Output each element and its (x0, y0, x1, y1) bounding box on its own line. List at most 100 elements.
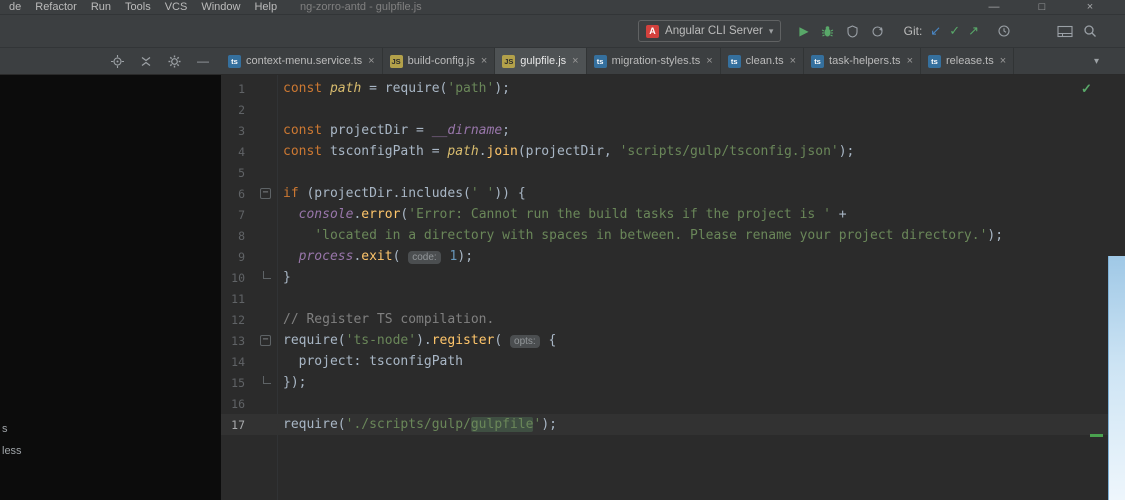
code-line[interactable]: 15}); (221, 372, 1125, 393)
project-tree-item[interactable]: less (2, 440, 22, 462)
code-line[interactable]: 17 require('./scripts/gulp/gulpfile'); (221, 414, 1125, 435)
menu-item-code[interactable]: de (2, 1, 28, 13)
tab-close-icon[interactable]: × (481, 55, 487, 67)
tab-migration-styles.ts[interactable]: ts migration-styles.ts × (587, 48, 721, 74)
code-line[interactable]: 8 'located in a directory with spaces in… (221, 225, 1125, 246)
layout-button[interactable] (1057, 22, 1073, 40)
tab-release.ts[interactable]: ts release.ts × (921, 48, 1015, 74)
code-line[interactable]: 16 (221, 393, 1125, 414)
search-everywhere-button[interactable] (1083, 22, 1097, 40)
tab-label: task-helpers.ts (829, 55, 901, 67)
code-token: ); (987, 228, 1004, 243)
gutter: 11 (221, 288, 277, 309)
git-commit-button[interactable]: ✓ (949, 22, 960, 40)
minimize-button[interactable]: — (987, 1, 1001, 13)
run-configuration-select[interactable]: A Angular CLI Server ▾ (638, 20, 782, 42)
code-token: const (283, 144, 330, 159)
fold-end-icon[interactable] (263, 375, 271, 384)
ts-file-icon: ts (228, 54, 241, 68)
code-line[interactable]: 13− require('ts-node').register( opts: { (221, 330, 1125, 351)
fold-gutter-empty (260, 209, 271, 220)
collapse-all-button[interactable] (140, 55, 152, 67)
code-line[interactable]: 12 // Register TS compilation. (221, 309, 1125, 330)
fold-gutter-empty (260, 251, 271, 262)
tab-gulpfile.js[interactable]: JS gulpfile.js × (495, 48, 587, 74)
hide-panel-button[interactable]: — (197, 55, 209, 67)
code-text[interactable]: const path = require('path'); (277, 81, 510, 96)
code-line[interactable]: 1 const path = require('path'); (221, 78, 1125, 99)
code-line[interactable]: 11 (221, 288, 1125, 309)
code-line[interactable]: 2 (221, 99, 1125, 120)
tab-context-menu.service.ts[interactable]: ts context-menu.service.ts × (221, 48, 383, 74)
fold-collapse-icon[interactable]: − (260, 188, 271, 199)
code-token: 'located in a directory with spaces in b… (314, 228, 988, 243)
code-line[interactable]: 10} (221, 267, 1125, 288)
tab-task-helpers.ts[interactable]: ts task-helpers.ts × (804, 48, 921, 74)
coverage-button[interactable] (846, 22, 859, 40)
menu-item-window[interactable]: Window (194, 1, 247, 13)
locate-file-button[interactable] (111, 54, 124, 68)
code-token: tsconfigPath = (329, 144, 448, 159)
code-line[interactable]: 14 project: tsconfigPath (221, 351, 1125, 372)
history-button[interactable] (997, 22, 1011, 40)
git-push-button[interactable]: ↗ (968, 22, 979, 40)
code-line[interactable]: 6− if (projectDir.includes(' ')) { (221, 183, 1125, 204)
profiler-button[interactable] (871, 22, 884, 40)
code-line[interactable]: 5 (221, 162, 1125, 183)
code-text[interactable]: project: tsconfigPath (277, 354, 463, 369)
code-text[interactable]: console.error('Error: Cannot run the bui… (277, 207, 847, 222)
code-text[interactable]: process.exit( code: 1); (277, 249, 473, 264)
code-token: project: tsconfigPath (283, 354, 464, 369)
tab-close-icon[interactable]: × (368, 55, 374, 67)
inspection-status-icon[interactable]: ✓ (1081, 81, 1092, 97)
code-line[interactable]: 9 process.exit( code: 1); (221, 246, 1125, 267)
menu-item-refactor[interactable]: Refactor (28, 1, 84, 13)
fold-end-icon[interactable] (263, 270, 271, 279)
hidden-tabs-chevron[interactable]: ▾ (1094, 56, 1099, 67)
line-number: 1 (238, 81, 245, 96)
run-button[interactable]: ▶ (799, 22, 808, 40)
menu-item-run[interactable]: Run (84, 1, 118, 13)
code-line[interactable]: 4 const tsconfigPath = path.join(projectD… (221, 141, 1125, 162)
code-text[interactable]: const projectDir = __dirname; (277, 123, 510, 138)
git-label: Git: (903, 24, 923, 38)
code-text[interactable]: } (277, 270, 291, 285)
layout-icon (1057, 25, 1073, 37)
tab-label: clean.ts (745, 55, 784, 67)
scrollbar-change-marker[interactable] (1090, 434, 1103, 437)
line-number: 2 (238, 102, 245, 117)
menu-items: de Refactor Run Tools VCS Window Help (0, 1, 284, 13)
code-token: const (283, 123, 330, 138)
tab-clean.ts[interactable]: ts clean.ts × (721, 48, 805, 74)
code-text[interactable]: }); (277, 375, 306, 390)
project-tree-item[interactable]: s (2, 418, 22, 440)
menu-item-tools[interactable]: Tools (118, 1, 158, 13)
tab-close-icon[interactable]: × (907, 55, 913, 67)
code-editor[interactable]: 1 const path = require('path'); 2 3 const pr… (221, 75, 1125, 500)
code-text[interactable]: 'located in a directory with spaces in b… (277, 228, 1003, 243)
close-button[interactable]: × (1083, 1, 1097, 13)
fold-collapse-icon[interactable]: − (260, 335, 271, 346)
code-text[interactable]: if (projectDir.includes(' ')) { (277, 186, 526, 201)
code-line[interactable]: 3 const projectDir = __dirname; (221, 120, 1125, 141)
tab-close-icon[interactable]: × (572, 55, 578, 67)
code-text[interactable]: require('./scripts/gulp/gulpfile'); (277, 417, 557, 432)
menu-item-vcs[interactable]: VCS (158, 1, 195, 13)
git-update-button[interactable]: ↙ (930, 22, 941, 40)
panel-settings-button[interactable] (168, 55, 181, 68)
code-token: './scripts/gulp/ (345, 417, 471, 432)
code-line[interactable]: 7 console.error('Error: Cannot run the b… (221, 204, 1125, 225)
code-token: __dirname (431, 123, 503, 138)
code-token: ); (541, 417, 557, 432)
code-text[interactable]: const tsconfigPath = path.join(projectDi… (277, 144, 854, 159)
tab-close-icon[interactable]: × (1000, 55, 1006, 67)
project-panel[interactable]: s less (0, 75, 221, 500)
code-text[interactable]: require('ts-node').register( opts: { (277, 333, 556, 348)
tab-build-config.js[interactable]: JS build-config.js × (383, 48, 496, 74)
tab-close-icon[interactable]: × (706, 55, 712, 67)
code-text[interactable]: // Register TS compilation. (277, 312, 494, 327)
maximize-button[interactable]: □ (1035, 1, 1049, 13)
debug-button[interactable] (821, 22, 834, 40)
tab-close-icon[interactable]: × (790, 55, 796, 67)
menu-item-help[interactable]: Help (247, 1, 284, 13)
